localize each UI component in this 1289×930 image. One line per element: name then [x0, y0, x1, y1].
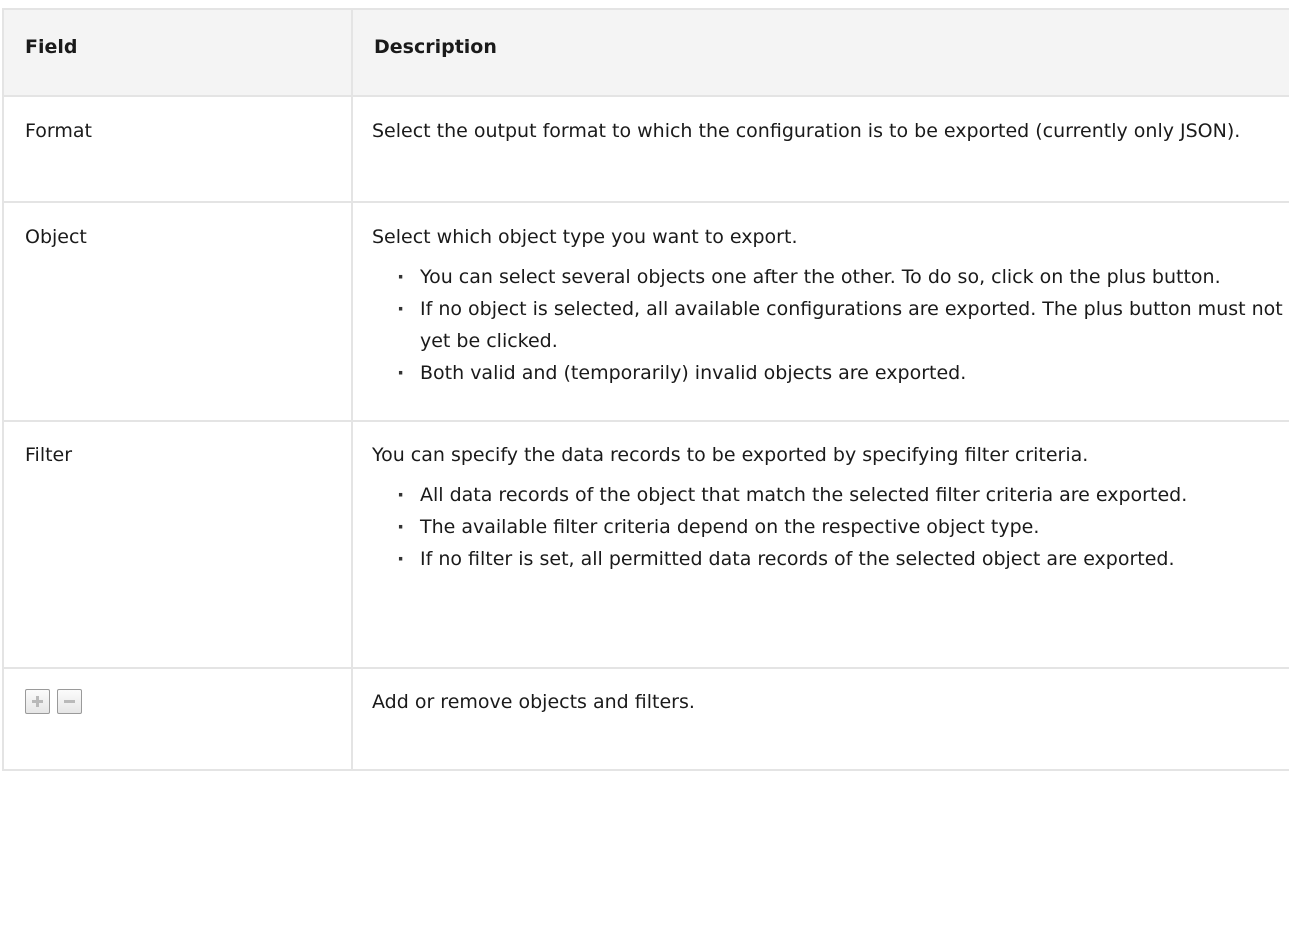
header-description: Description	[351, 8, 1289, 97]
description-text: Select which object type you want to exp…	[372, 226, 798, 248]
list-item: If no object is selected, all available …	[372, 293, 1289, 357]
bullet-list: All data records of the object that matc…	[372, 479, 1289, 575]
add-remove-icons	[25, 686, 331, 714]
table-header-row: Field Description	[2, 8, 1289, 97]
header-field-label: Field	[25, 36, 78, 58]
table-row: Add or remove objects and filters.	[2, 667, 1289, 771]
bullet-list: You can select several objects one after…	[372, 261, 1289, 389]
list-item: Both valid and (temporarily) invalid obj…	[372, 357, 1289, 389]
list-item: The available filter criteria depend on …	[372, 511, 1289, 543]
field-cell: Filter	[2, 420, 353, 669]
description-text: Add or remove objects and filters.	[372, 691, 695, 713]
header-description-label: Description	[374, 36, 497, 58]
table-row: Object Select which object type you want…	[2, 201, 1289, 422]
field-description-table-container: Field Description Format Select the outp…	[0, 0, 1289, 930]
field-cell	[2, 667, 353, 771]
list-item: All data records of the object that matc…	[372, 479, 1289, 511]
description-cell: Select the output format to which the co…	[351, 95, 1289, 203]
field-name: Filter	[25, 444, 73, 466]
table-row: Filter You can specify the data records …	[2, 420, 1289, 669]
description-cell: Select which object type you want to exp…	[351, 201, 1289, 422]
field-cell: Format	[2, 95, 353, 203]
description-text: You can specify the data records to be e…	[372, 444, 1089, 466]
description-cell: Add or remove objects and filters.	[351, 667, 1289, 771]
field-description-table: Field Description Format Select the outp…	[2, 8, 1289, 771]
field-cell: Object	[2, 201, 353, 422]
list-item: You can select several objects one after…	[372, 261, 1289, 293]
description-cell: You can specify the data records to be e…	[351, 420, 1289, 669]
plus-icon	[25, 689, 50, 714]
header-field: Field	[2, 8, 353, 97]
list-item: If no filter is set, all permitted data …	[372, 543, 1289, 575]
minus-icon	[57, 689, 82, 714]
field-name: Format	[25, 120, 92, 142]
table-row: Format Select the output format to which…	[2, 95, 1289, 203]
field-name: Object	[25, 226, 87, 248]
description-text: Select the output format to which the co…	[372, 120, 1241, 142]
